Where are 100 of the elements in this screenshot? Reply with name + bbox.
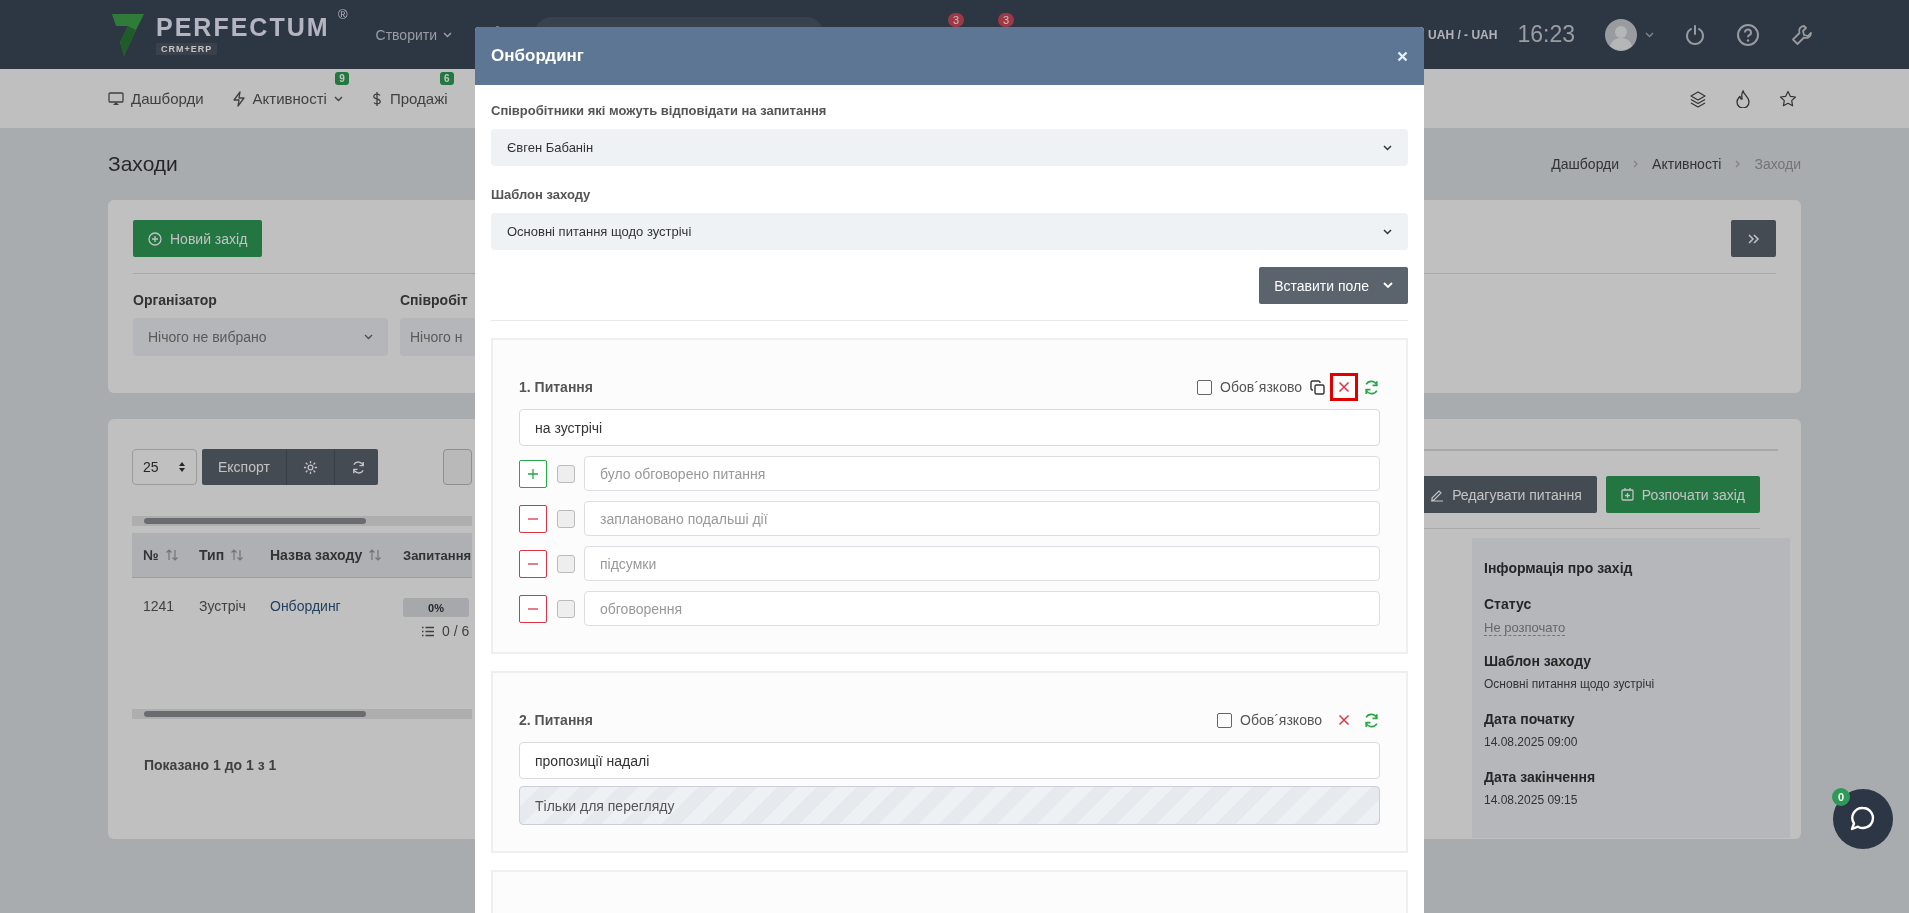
create-menu[interactable]: Створити xyxy=(375,26,452,43)
option-input[interactable]: заплановано подальші дії xyxy=(584,501,1380,536)
caret-icon xyxy=(1383,228,1392,235)
table-cell-text: Зустріч xyxy=(199,598,247,616)
option-checkbox[interactable] xyxy=(557,464,575,483)
field-label: Шаблон заходу xyxy=(491,187,592,202)
option-input[interactable]: обговорення xyxy=(584,591,1380,626)
option-checkbox[interactable] xyxy=(557,509,575,528)
select-field[interactable]: Євген Бабанін xyxy=(491,129,1408,166)
wrench-icon[interactable] xyxy=(1790,22,1814,47)
column-header: Запитання xyxy=(403,547,472,563)
logo-icon xyxy=(110,11,146,58)
dollar-icon xyxy=(370,90,383,107)
info-label: Дата закінчення xyxy=(1484,769,1596,785)
sort-arrows-icon xyxy=(177,461,186,473)
registered-mark: ® xyxy=(337,6,348,22)
option-checkbox[interactable] xyxy=(557,599,575,618)
filter-select[interactable]: Нічого не вибрано xyxy=(133,318,388,356)
breadcrumb-link[interactable]: Дашборди xyxy=(1551,156,1620,172)
currency-balance: UAH / - UAH xyxy=(1428,27,1498,42)
star-icon[interactable] xyxy=(1779,89,1797,108)
status-value[interactable]: Не розпочато xyxy=(1484,620,1566,636)
close-icon[interactable] xyxy=(1397,50,1408,62)
field-label: Співробітники які можуть відповідати на запитання xyxy=(491,103,828,118)
notification-badge: 3 xyxy=(948,13,965,27)
nav-item[interactable]: Дашборди xyxy=(108,90,204,107)
caret-icon xyxy=(333,95,343,102)
required-checkbox[interactable]: Обов´язково xyxy=(1197,379,1302,395)
refresh-icon[interactable] xyxy=(1363,378,1380,396)
chevron-icon xyxy=(1633,160,1639,168)
add-option-button[interactable] xyxy=(519,459,547,488)
panel-title: Інформація про захід xyxy=(1484,560,1633,576)
sort-icon xyxy=(230,549,245,561)
clock-time: 16:23 xyxy=(1517,21,1575,48)
speech-bubble-icon xyxy=(1849,805,1877,833)
breadcrumb-link[interactable]: Активності xyxy=(1652,156,1722,172)
copy-icon[interactable] xyxy=(1310,379,1325,395)
start-event-button[interactable]: Розпочати захід xyxy=(1605,476,1760,513)
nav-item[interactable]: Продажі xyxy=(370,90,448,107)
caret-icon xyxy=(1383,282,1393,289)
question-input[interactable]: пропозиції надалі xyxy=(519,742,1380,779)
select-field[interactable]: Основні питання щодо зустрічі xyxy=(491,213,1408,250)
chat-button[interactable]: 0 xyxy=(1833,789,1893,849)
minus-icon xyxy=(528,607,538,610)
expand-button[interactable] xyxy=(1731,220,1776,257)
filter-label: Співробіт xyxy=(400,292,469,308)
remove-option-button[interactable] xyxy=(519,549,547,578)
count-badge: 6 xyxy=(439,72,454,85)
horizontal-scrollbar[interactable] xyxy=(132,516,472,526)
question-title: 1. Питання xyxy=(519,379,593,395)
double-chevron-icon xyxy=(1747,233,1760,244)
table-summary: Показано 1 до 1 з 1 xyxy=(144,757,278,773)
logo-wordmark: PERFECTUM xyxy=(156,14,330,40)
nav-item[interactable]: Активності xyxy=(231,90,343,107)
option-input[interactable]: було обговорено питання xyxy=(584,456,1380,491)
new-event-button[interactable]: Новий захід xyxy=(133,220,263,257)
help-icon[interactable] xyxy=(1736,22,1760,47)
column-header[interactable]: Назва заходу xyxy=(270,547,403,563)
page-size-select[interactable]: 25 xyxy=(132,449,197,485)
info-label: Дата початку xyxy=(1484,711,1575,727)
info-label: Статус xyxy=(1484,596,1532,612)
refresh-button[interactable] xyxy=(334,449,378,485)
page-title: Заходи xyxy=(108,152,178,176)
minus-icon xyxy=(528,517,538,520)
required-checkbox[interactable]: Обов´язково xyxy=(1217,712,1322,728)
option-input[interactable]: підсумки xyxy=(584,546,1380,581)
flame-icon[interactable] xyxy=(1735,89,1751,108)
horizontal-scrollbar[interactable] xyxy=(132,709,472,719)
question-title: 2. Питання xyxy=(519,712,593,728)
remove-option-button[interactable] xyxy=(519,504,547,533)
plus-icon xyxy=(528,468,538,479)
option-checkbox[interactable] xyxy=(557,554,575,573)
minus-icon xyxy=(528,562,538,565)
info-value: 14.08.2025 09:15 xyxy=(1484,793,1578,807)
column-header[interactable]: Тип xyxy=(199,547,270,563)
export-button[interactable]: Експорт xyxy=(201,449,287,485)
layers-icon[interactable] xyxy=(1689,89,1707,108)
caret-icon xyxy=(1383,144,1392,151)
logo-subtitle: CRM+ERP xyxy=(156,42,218,55)
delete-icon[interactable] xyxy=(1330,373,1358,401)
insert-field-button[interactable]: Вставити поле xyxy=(1259,267,1408,304)
refresh-icon[interactable] xyxy=(1363,711,1380,729)
chat-badge: 0 xyxy=(1832,788,1850,806)
read-only-answer-field: Тільки для перегляду xyxy=(519,786,1380,825)
sort-icon xyxy=(368,549,383,561)
question-input[interactable]: на зустрічі xyxy=(519,409,1380,446)
event-link[interactable]: Онбординг xyxy=(270,598,403,639)
info-value: 14.08.2025 09:00 xyxy=(1484,735,1578,749)
column-header[interactable]: № xyxy=(132,547,199,563)
modal-title: Онбординг xyxy=(491,46,584,66)
remove-option-button[interactable] xyxy=(519,594,547,623)
settings-button[interactable] xyxy=(286,449,335,485)
caret-icon[interactable] xyxy=(1645,31,1654,38)
power-icon[interactable] xyxy=(1684,23,1706,46)
list-icon xyxy=(421,625,435,637)
plus-circle-icon xyxy=(148,231,162,246)
lightning-icon xyxy=(231,90,246,107)
avatar-icon[interactable] xyxy=(1605,18,1637,51)
caret-icon xyxy=(443,31,452,38)
settings-icon xyxy=(302,459,318,475)
